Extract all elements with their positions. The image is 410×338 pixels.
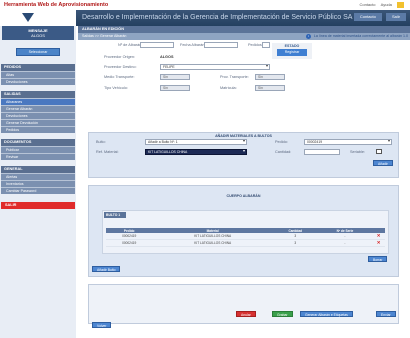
fecha-albaran-label: Fecha Albarán: bbox=[180, 43, 206, 47]
section-title: GENERAL bbox=[1, 166, 75, 173]
sidebar-header-sub: ALGOS bbox=[31, 33, 45, 38]
seriable-checkbox[interactable] bbox=[376, 149, 382, 154]
bundle-table: Pedido Material Cantidad Nº de Serie 000… bbox=[106, 228, 385, 247]
albaran-number-label: Nº de Albarán: bbox=[118, 43, 143, 47]
sidebar-item-inventarios[interactable]: Inventarios bbox=[1, 180, 75, 187]
sidebar-item-generar-albaran[interactable]: Generar Albarán bbox=[1, 105, 75, 112]
medio-transporte-field[interactable]: Sin bbox=[160, 74, 190, 80]
add-bundle-button[interactable]: Añadir Bulto bbox=[92, 266, 121, 272]
contact-link[interactable]: Contacto bbox=[359, 2, 375, 7]
banner-buttons: Contacto Salir bbox=[351, 13, 406, 21]
pedidos-label: Pedidos: bbox=[248, 43, 263, 47]
proveedor-destino-select[interactable]: FELIPE bbox=[160, 64, 270, 70]
delete-icon[interactable]: ✕ bbox=[377, 240, 381, 245]
banner-contact-button[interactable]: Contacto bbox=[353, 13, 382, 21]
cell-serie: - bbox=[317, 239, 373, 247]
sidebar-select-button[interactable]: Seleccionar bbox=[16, 48, 60, 56]
ref-material-select[interactable]: KIT LATIGUILLOS CHINA bbox=[145, 149, 247, 155]
bulto-select[interactable]: Añadir a Bulto Nº: 1 bbox=[145, 139, 247, 145]
enviar-button[interactable]: Enviar bbox=[376, 311, 396, 317]
sidebar-section-documentos: DOCUMENTOS Publicar Revisar bbox=[0, 139, 76, 160]
prov-transporte-field[interactable]: Sin bbox=[255, 74, 285, 80]
info-text: La línea de material insertada correctam… bbox=[313, 34, 408, 38]
info-icon: i bbox=[305, 33, 311, 39]
seriable-label: Seriable: bbox=[350, 150, 365, 154]
cell-actions: ✕ bbox=[372, 239, 385, 247]
fecha-albaran-field[interactable] bbox=[204, 42, 238, 48]
bundle-panel-title: CUERPO ALBARÁN bbox=[226, 194, 261, 198]
cell-material: KIT LATIGUILLOS CHINA bbox=[152, 239, 273, 247]
pedido-select[interactable]: 00002419 bbox=[304, 139, 392, 145]
banner-logout-button[interactable]: Salir bbox=[385, 13, 406, 21]
sidebar-section-salidas: SALIDAS Albaranes Generar Albarán Devolu… bbox=[0, 91, 76, 133]
table-row: 00002419 KIT LATIGUILLOS CHINA 3 - ✕ bbox=[106, 239, 385, 247]
tipo-vehiculo-field[interactable]: Sin bbox=[160, 85, 190, 91]
sidebar-section-general: GENERAL Alertas Inventarios Cambiar Pass… bbox=[0, 166, 76, 194]
grabar-button[interactable]: Grabar bbox=[272, 311, 293, 317]
generate-albaran-button[interactable]: Generar Albarán e Etiquetas bbox=[300, 311, 353, 317]
registrar-button[interactable]: Registrar bbox=[277, 49, 307, 56]
help-link[interactable]: Ayuda bbox=[381, 2, 392, 7]
cantidad-field[interactable] bbox=[304, 149, 340, 155]
top-bar: Herramienta Web de Aprovisionamiento Con… bbox=[0, 0, 410, 10]
matricula-field[interactable]: Sin bbox=[255, 85, 285, 91]
help-icon[interactable] bbox=[397, 2, 404, 8]
add-material-button[interactable]: Añadir bbox=[373, 160, 393, 166]
section-title: SALIDAS bbox=[1, 91, 75, 98]
bulto-label: Bulto: bbox=[96, 140, 106, 144]
prov-transporte-label: Prov. Transporte: bbox=[220, 75, 249, 79]
sidebar: MENSAJE ALGOS Seleccionar PEDIDOS Altas … bbox=[0, 26, 76, 338]
info-message: i La línea de material insertada correct… bbox=[305, 33, 408, 40]
back-button[interactable]: Volver bbox=[92, 322, 112, 328]
ref-material-label: Ref. Material: bbox=[96, 150, 119, 154]
section-title: DOCUMENTOS bbox=[1, 139, 75, 146]
sidebar-item-generar-devolucion[interactable]: Generar Devolución bbox=[1, 119, 75, 126]
sidebar-item-pedidos[interactable]: Pedidos bbox=[1, 126, 75, 133]
anular-button[interactable]: Anular bbox=[236, 311, 256, 317]
app-title: Herramienta Web de Aprovisionamiento bbox=[4, 2, 109, 8]
section-title: PEDIDOS bbox=[1, 64, 75, 71]
logo bbox=[0, 10, 76, 26]
sidebar-item-albaranes[interactable]: Albaranes bbox=[1, 98, 75, 105]
cantidad-label: Cantidad: bbox=[275, 150, 292, 154]
add-material-panel-title: AÑADIR MATERIALES A BULTOS bbox=[215, 134, 272, 138]
estado-label: ESTADO bbox=[284, 44, 300, 48]
banner-text: Desarrollo e Implementación de la Gerenc… bbox=[82, 14, 353, 21]
proveedor-destino-label: Proveedor Destino: bbox=[104, 65, 137, 69]
albaran-number-field[interactable] bbox=[140, 42, 174, 48]
borrar-button[interactable]: Borrar bbox=[368, 256, 388, 262]
cell-cantidad: 3 bbox=[272, 239, 318, 247]
logo-mark-icon bbox=[22, 13, 34, 22]
sidebar-item-salir[interactable]: SALIR bbox=[1, 202, 75, 209]
tab-bulto-1[interactable]: BULTO 1 bbox=[104, 212, 126, 218]
pedidos-field[interactable] bbox=[262, 42, 270, 48]
tipo-vehiculo-label: Tipo Vehículo: bbox=[104, 86, 128, 90]
proveedor-origen-label: Proveedor Origen: bbox=[104, 55, 136, 59]
sidebar-item-alertas[interactable]: Alertas bbox=[1, 173, 75, 180]
sidebar-item-revisar[interactable]: Revisar bbox=[1, 153, 75, 160]
matricula-label: Matrícula: bbox=[220, 86, 237, 90]
estado-box: ESTADO Registrar bbox=[272, 43, 312, 59]
sidebar-item-devoluciones[interactable]: Devoluciones bbox=[1, 78, 75, 85]
header-banner: Desarrollo e Implementación de la Gerenc… bbox=[0, 10, 410, 26]
top-links: Contacto Ayuda bbox=[355, 2, 404, 8]
sidebar-section-pedidos: PEDIDOS Altas Devoluciones bbox=[0, 64, 76, 85]
page-title: ALBARÁN EN EDICIÓN bbox=[78, 26, 410, 33]
cell-pedido: 00002419 bbox=[106, 239, 153, 247]
sidebar-item-altas[interactable]: Altas bbox=[1, 71, 75, 78]
sidebar-item-devoluciones-salida[interactable]: Devoluciones bbox=[1, 112, 75, 119]
sidebar-item-publicar[interactable]: Publicar bbox=[1, 146, 75, 153]
sidebar-header: MENSAJE ALGOS bbox=[2, 26, 74, 40]
proveedor-origen-value: ALGOS bbox=[160, 55, 174, 59]
medio-transporte-label: Medio Transporte: bbox=[104, 75, 135, 79]
sidebar-item-cambiar-password[interactable]: Cambiar Password bbox=[1, 187, 75, 194]
footer-panel bbox=[88, 284, 399, 324]
pedido-label: Pedido: bbox=[275, 140, 288, 144]
delete-icon[interactable]: ✕ bbox=[377, 233, 381, 238]
